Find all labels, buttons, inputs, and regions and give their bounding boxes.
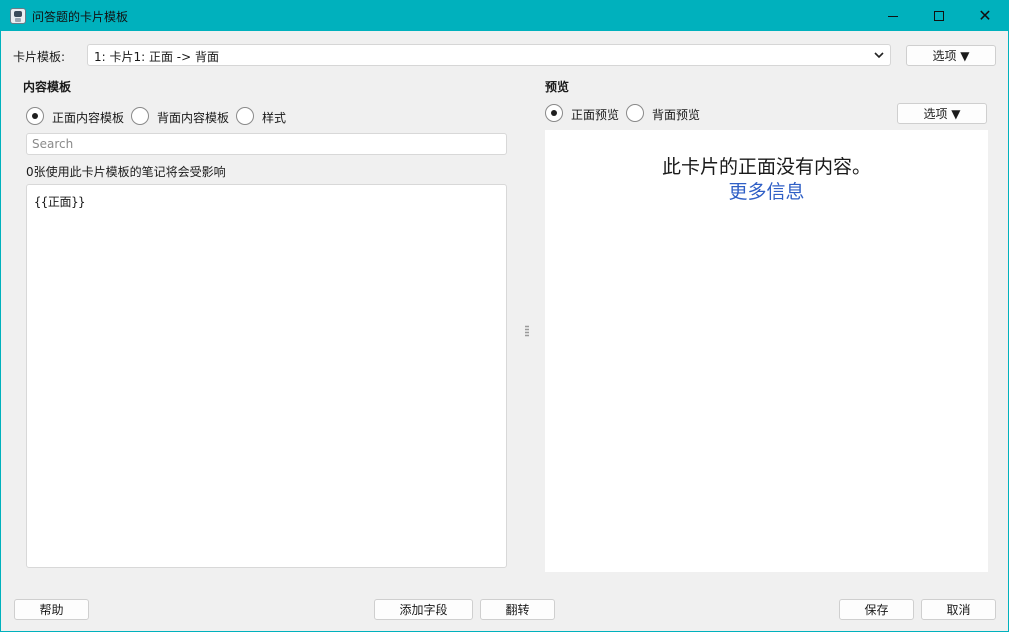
card-type-selected: 1: 卡片1: 正面 -> 背面 <box>94 50 219 64</box>
preview-heading: 预览 <box>545 80 570 94</box>
preview-options-button[interactable]: 选项 ▼ <box>897 103 987 124</box>
pane-splitter-handle[interactable] <box>525 325 529 337</box>
minimize-icon <box>888 15 898 17</box>
window-title: 问答题的卡片模板 <box>32 10 129 24</box>
search-input[interactable] <box>26 133 507 155</box>
styling-label[interactable]: 样式 <box>262 109 286 126</box>
help-button[interactable]: 帮助 <box>14 599 89 620</box>
chevron-down-icon <box>874 52 884 59</box>
close-button[interactable]: ✕ <box>962 1 1008 31</box>
back-template-label[interactable]: 背面内容模板 <box>157 109 229 126</box>
back-preview-label[interactable]: 背面预览 <box>652 106 700 123</box>
back-preview-radio[interactable] <box>626 104 644 122</box>
front-preview-radio[interactable] <box>545 104 563 122</box>
styling-radio[interactable] <box>236 107 254 125</box>
card-options-button[interactable]: 选项 ▼ <box>906 45 996 66</box>
flip-button[interactable]: 翻转 <box>480 599 555 620</box>
preview-pane: 此卡片的正面没有内容。 更多信息 <box>545 130 988 572</box>
front-template-radio[interactable] <box>26 107 44 125</box>
editor-content: {{正面}} <box>34 195 86 209</box>
content-template-heading: 内容模板 <box>23 80 72 94</box>
maximize-button[interactable] <box>916 1 962 31</box>
title-bar[interactable]: 问答题的卡片模板 ✕ <box>1 1 1008 31</box>
minimize-button[interactable] <box>870 1 916 31</box>
template-editor[interactable]: {{正面}} <box>26 184 507 568</box>
maximize-icon <box>934 11 944 21</box>
card-type-label: 卡片模板: <box>13 50 66 64</box>
front-template-label[interactable]: 正面内容模板 <box>52 109 124 126</box>
back-template-radio[interactable] <box>131 107 149 125</box>
front-preview-label[interactable]: 正面预览 <box>571 106 619 123</box>
preview-message: 此卡片的正面没有内容。 <box>661 156 871 178</box>
card-type-select[interactable]: 1: 卡片1: 正面 -> 背面 <box>87 44 891 66</box>
more-info-link[interactable]: 更多信息 <box>545 177 988 204</box>
affected-notes-text: 0张使用此卡片模板的笔记将会受影响 <box>26 165 226 179</box>
cancel-button[interactable]: 取消 <box>921 599 996 620</box>
close-icon: ✕ <box>978 6 992 25</box>
add-field-button[interactable]: 添加字段 <box>374 599 473 620</box>
save-button[interactable]: 保存 <box>839 599 914 620</box>
card-template-window: 问答题的卡片模板 ✕ 卡片模板: 1: 卡片1: 正面 -> 背面 选项 ▼ 内… <box>0 0 1009 632</box>
app-icon <box>10 8 26 24</box>
